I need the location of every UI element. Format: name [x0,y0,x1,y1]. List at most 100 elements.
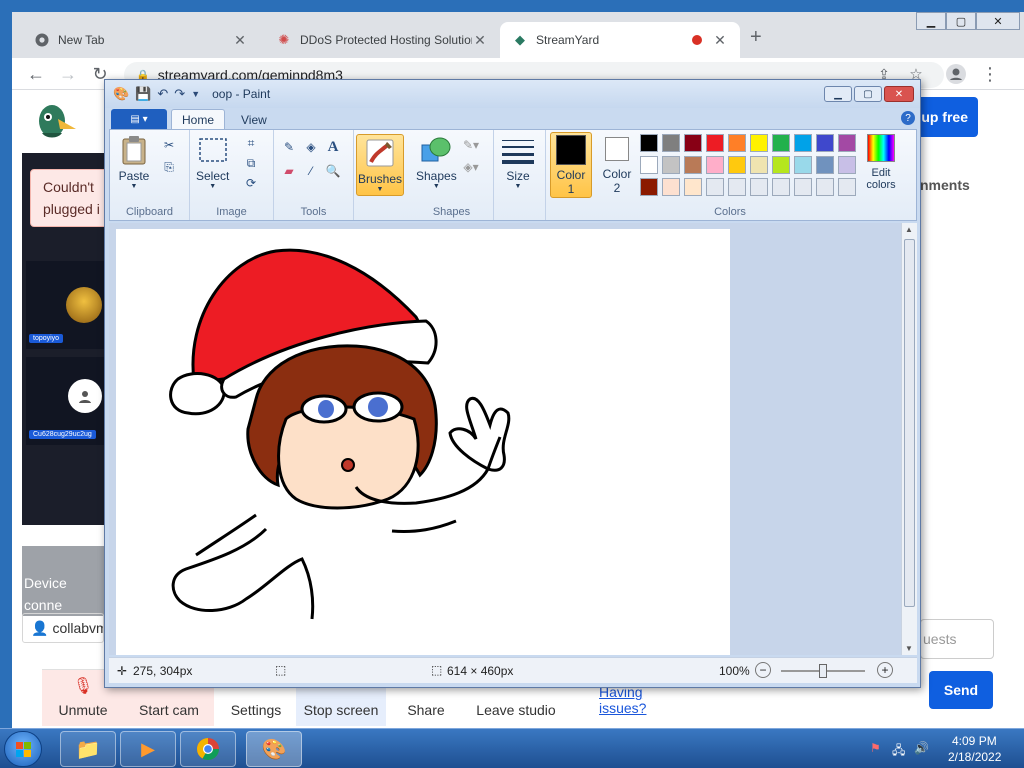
cut-icon[interactable]: ✂ [160,136,178,154]
zoom-in-button[interactable]: + [877,662,893,678]
tab-streamyard[interactable]: ◆ StreamYard ✕ [500,22,740,58]
color-swatch[interactable] [728,156,746,174]
taskbar-explorer[interactable]: 📁 [60,731,116,767]
help-icon[interactable]: ? [901,111,915,125]
comments-tab[interactable]: nments [920,177,970,193]
paint-app-icon[interactable]: 🎨 [113,86,129,102]
drawing-canvas[interactable] [116,229,730,655]
close-icon[interactable]: ✕ [712,32,728,49]
color-swatch[interactable] [662,134,680,152]
outline-icon[interactable]: ✎▾ [462,136,480,154]
color-swatch[interactable] [750,178,768,196]
scroll-down-icon[interactable]: ▼ [905,644,913,653]
volume-icon[interactable]: 🔊 [914,741,929,755]
eraser-icon[interactable]: ▰ [280,162,298,180]
paste-button[interactable]: Paste ▼ [118,134,150,190]
tab-home[interactable]: Home [171,109,226,130]
zoom-slider[interactable] [781,664,865,678]
color-swatch[interactable] [838,178,856,196]
back-button[interactable]: ← [24,62,48,86]
color-swatch[interactable] [794,134,812,152]
shapes-button[interactable]: Shapes ▼ [416,134,457,190]
color-swatch[interactable] [772,134,790,152]
tab-ddos[interactable]: ✺ DDoS Protected Hosting Solution ✕ [264,22,500,58]
edit-colors-button[interactable]: Edit colors [858,132,904,191]
color-swatch[interactable] [838,134,856,152]
close-button[interactable]: ✕ [976,12,1020,30]
minimize-button[interactable]: ▁ [916,12,946,30]
start-button[interactable] [4,731,42,767]
network-icon[interactable]: 🖧 [892,741,905,762]
color-swatch[interactable] [706,134,724,152]
file-menu-button[interactable]: ▤ ▾ [111,109,167,129]
color-swatch[interactable] [706,178,724,196]
maximize-button[interactable]: ▢ [854,86,882,102]
close-icon[interactable]: ✕ [232,32,248,49]
maximize-button[interactable]: ▢ [946,12,976,30]
having-issues-link[interactable]: Having issues? [599,684,686,716]
zoom-out-button[interactable]: − [755,662,771,678]
new-tab-button[interactable]: + [750,26,762,49]
clock-date[interactable]: 2/18/2022 [948,750,1001,764]
color-swatch[interactable] [684,156,702,174]
brushes-button[interactable]: Brushes ▼ [356,134,404,196]
forward-button[interactable]: → [56,62,80,86]
save-icon[interactable]: 💾 [135,86,151,102]
participant-tile[interactable]: Cu628cug29uc2ug [26,357,104,445]
size-button[interactable]: Size ▼ [502,134,534,190]
color-swatch[interactable] [640,156,658,174]
color-swatch[interactable] [794,156,812,174]
scroll-thumb[interactable] [904,239,915,607]
color-swatch[interactable] [662,156,680,174]
color-swatch[interactable] [728,178,746,196]
color-swatch[interactable] [750,134,768,152]
resize-icon[interactable]: ⧉ [242,154,260,172]
send-button[interactable]: Send [929,671,993,709]
crop-icon[interactable]: ⌗ [242,134,260,152]
color-swatch[interactable] [816,178,834,196]
profile-avatar[interactable] [944,62,968,86]
color-swatch[interactable] [640,134,658,152]
copy-icon[interactable]: ⎘ [160,158,178,176]
undo-icon[interactable]: ↶ [157,86,168,102]
tab-view[interactable]: View [231,109,277,130]
color-picker-icon[interactable]: ⁄ [302,162,320,180]
color-swatch[interactable] [684,178,702,196]
rotate-icon[interactable]: ⟳ [242,174,260,192]
fill-icon[interactable]: ◈ [302,138,320,156]
scroll-up-icon[interactable]: ▲ [905,225,913,234]
close-icon[interactable]: ✕ [472,32,488,49]
zoom-slider-thumb[interactable] [819,664,827,678]
customize-dropdown-icon[interactable]: ▼ [191,89,200,99]
color-swatch[interactable] [728,134,746,152]
participant-tile[interactable]: topoyiyo [26,261,104,349]
taskbar-chrome[interactable] [180,731,236,767]
color-swatch[interactable] [706,156,724,174]
close-button[interactable]: ✕ [884,86,914,102]
collab-user[interactable]: 👤 collabvm [22,613,104,643]
color-swatch[interactable] [838,156,856,174]
shape-fill-icon[interactable]: ◈▾ [462,158,480,176]
color-swatch[interactable] [794,178,812,196]
color-swatch[interactable] [772,156,790,174]
taskbar-paint[interactable]: 🎨 [246,731,302,767]
redo-icon[interactable]: ↷ [174,86,185,102]
color-swatch[interactable] [750,156,768,174]
text-icon[interactable]: A [324,138,342,156]
color2-button[interactable]: Color 2 [598,134,636,195]
minimize-button[interactable]: ▁ [824,86,852,102]
color-swatch[interactable] [640,178,658,196]
color1-button[interactable]: Color 1 [550,132,592,198]
color-swatch[interactable] [662,178,680,196]
tab-new-tab[interactable]: New Tab ✕ [22,22,260,58]
action-center-icon[interactable]: ⚑ [870,741,881,755]
vertical-scrollbar[interactable]: ▲ ▼ [901,223,917,655]
taskbar-media-player[interactable]: ▶ [120,731,176,767]
pencil-icon[interactable]: ✎ [280,138,298,156]
guests-input[interactable]: uests [920,619,994,659]
color-swatch[interactable] [772,178,790,196]
color-swatch[interactable] [816,134,834,152]
menu-icon[interactable]: ⋮ [978,62,1002,86]
clock-time[interactable]: 4:09 PM [952,734,997,748]
color-swatch[interactable] [684,134,702,152]
